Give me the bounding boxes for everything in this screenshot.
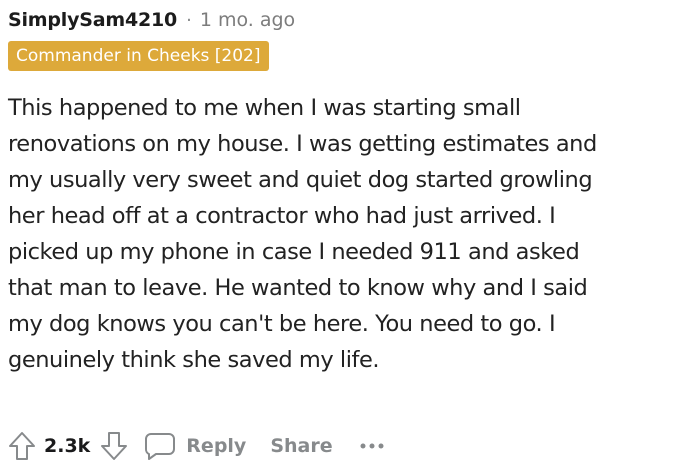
arrow-down-icon [101, 432, 128, 460]
comment-body-line: my dog knows you can't be here. You need… [8, 311, 556, 337]
reply-label: Reply [186, 435, 247, 457]
downvote-button[interactable] [100, 431, 128, 461]
comment-body-line: that man to leave. He wanted to know why… [8, 275, 588, 301]
share-button[interactable]: Share [270, 435, 332, 457]
comment-body-line: my usually very sweet and quiet dog star… [8, 167, 593, 193]
comment-body: This happened to me when I was starting … [8, 90, 688, 378]
comment-body-line: renovations on my house. I was getting e… [8, 131, 597, 157]
ellipsis-icon [360, 443, 384, 449]
comment-body-line: This happened to me when I was starting … [8, 95, 521, 121]
meta-separator: · [186, 9, 192, 31]
user-flair: Commander in Cheeks [202] [8, 41, 269, 71]
upvote-button[interactable] [8, 431, 36, 461]
comment-body-line: her head off at a contractor who had jus… [8, 203, 556, 229]
comment-meta: SimplySam4210 · 1 mo. ago [8, 6, 295, 34]
arrow-up-icon [9, 432, 35, 460]
comment-body-line: genuinely think she saved my life. [8, 347, 380, 373]
username-link[interactable]: SimplySam4210 [8, 9, 177, 31]
vote-score: 2.3k [44, 435, 91, 457]
comment-timestamp[interactable]: 1 mo. ago [200, 9, 295, 31]
speech-bubble-icon [145, 433, 176, 460]
reply-button[interactable]: Reply [144, 431, 246, 461]
comment-actions: 2.3k Reply Share [8, 426, 385, 466]
more-options-button[interactable] [359, 436, 385, 456]
comment: SimplySam4210 · 1 mo. ago Commander in C… [8, 0, 692, 471]
comment-body-line: picked up my phone in case I needed 911 … [8, 239, 580, 265]
